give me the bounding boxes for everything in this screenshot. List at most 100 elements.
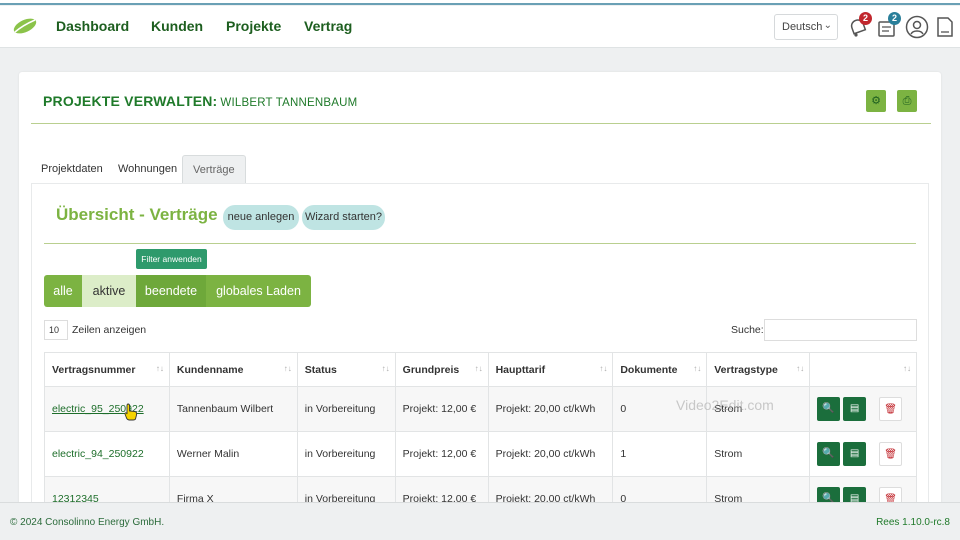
cell-actions: 🔍 ▤ 🗑 (809, 431, 917, 477)
top-accent-line (0, 0, 960, 5)
cell-contract-number: electric_94_250922 (44, 431, 170, 477)
notifications-badge: 2 (859, 12, 872, 25)
filter-alle[interactable]: alle (44, 275, 82, 307)
section-divider (44, 243, 916, 244)
cell-customer: Tannenbaum Wilbert (168, 386, 298, 432)
view-button[interactable]: 🔍 (817, 442, 841, 466)
section-title: Übersicht - Verträge (56, 205, 218, 224)
column-vertragstype[interactable]: Vertragstype ↑↓ (706, 352, 811, 387)
trash-icon: 🗑 (884, 449, 897, 460)
column-label: Vertragstype (714, 363, 778, 376)
column-label: Kundenname (176, 363, 244, 376)
sort-icon: ↑↓ (693, 364, 702, 373)
pdf-icon: ▤ (849, 403, 860, 414)
header-divider (31, 123, 931, 124)
page-title-subtitle: WILBERT TANNENBAUM (220, 97, 358, 109)
cell-status: in Vorbereitung (296, 431, 396, 477)
settings-button[interactable]: ⚙ (866, 90, 886, 112)
table-row: electric_94_250922 Werner Malin in Vorbe… (44, 431, 917, 477)
search-icon: 🔍 (822, 448, 835, 459)
table-row: electric_95_250922 Tannenbaum Wilbert in… (44, 386, 917, 432)
view-button[interactable]: 🔍 (817, 397, 841, 421)
navbar: Dashboard Kunden Projekte Vertrag Deutsc… (0, 6, 960, 48)
chevron-down-icon: ⌄ (823, 20, 832, 31)
watermark: Video2Edit.com (676, 397, 774, 413)
status-filter-group: alle aktive beendete globales Laden (44, 275, 311, 307)
sort-icon: ↑↓ (599, 364, 608, 373)
column-vertragsnummer[interactable]: Vertragsnummer ↑↓ (44, 352, 170, 387)
pdf-button[interactable]: ▤ (843, 442, 867, 466)
column-label: Haupttarif (495, 363, 546, 376)
footer-copyright: © 2024 Consolinno Energy GmbH. (10, 517, 165, 528)
nav-kunden[interactable]: Kunden (151, 18, 203, 34)
documents-button[interactable] (935, 15, 959, 39)
column-grundpreis[interactable]: Grundpreis ↑↓ (394, 352, 489, 387)
print-button[interactable]: ⎙ (897, 90, 917, 112)
main-panel: PROJEKTE VERWALTEN: WILBERT TANNENBAUM ⚙ … (19, 72, 941, 522)
page-title: PROJEKTE VERWALTEN: WILBERT TANNENBAUM (43, 93, 357, 109)
contracts-table: Vertragsnummer ↑↓ Kundenname ↑↓ Status ↑↓ G… (44, 352, 917, 522)
apply-filter-button[interactable]: Filter anwenden (136, 249, 207, 269)
column-kundenname[interactable]: Kundenname ↑↓ (168, 352, 298, 387)
tasks-button[interactable]: 2 (875, 12, 901, 39)
leaf-logo-icon[interactable] (12, 16, 38, 36)
page-length-label: Zeilen anzeigen (72, 324, 147, 336)
page-length-select[interactable]: 10 (44, 320, 68, 340)
document-icon (937, 17, 953, 37)
hand-cursor-icon (124, 403, 138, 421)
notifications-button[interactable]: 2 (846, 12, 872, 39)
cell-contract-type: Strom (706, 431, 811, 477)
cell-actions: 🔍 ▤ 🗑 (809, 386, 917, 432)
sort-icon: ↑↓ (283, 364, 292, 373)
column-dokumente[interactable]: Dokumente ↑↓ (612, 352, 708, 387)
trash-icon: 🗑 (884, 404, 897, 415)
user-icon (905, 15, 929, 39)
new-contract-button[interactable]: neue anlegen (223, 205, 299, 230)
filter-beendete[interactable]: beendete (136, 275, 206, 307)
sort-icon: ↑↓ (381, 364, 390, 373)
tab-vertraege[interactable]: Verträge (182, 155, 246, 183)
search-input[interactable] (764, 319, 917, 341)
column-label: Vertragsnummer (52, 363, 136, 376)
print-icon: ⎙ (902, 95, 912, 107)
tab-wohnungen[interactable]: Wohnungen (118, 155, 177, 183)
sort-icon: ↑↓ (903, 364, 911, 373)
nav-vertrag[interactable]: Vertrag (304, 18, 352, 34)
search-label: Suche: (731, 324, 764, 336)
sort-icon: ↑↓ (474, 364, 483, 373)
cell-contract-number: electric_95_250922 (44, 386, 170, 432)
gear-icon: ⚙ (871, 95, 881, 107)
nav-dashboard[interactable]: Dashboard (56, 18, 129, 34)
column-label: Grundpreis (402, 363, 460, 376)
profile-button[interactable] (905, 15, 929, 39)
filter-globales-laden[interactable]: globales Laden (206, 275, 311, 307)
page-length-value: 10 (49, 325, 60, 335)
column-haupttarif[interactable]: Haupttarif ↑↓ (487, 352, 614, 387)
nav-projekte[interactable]: Projekte (226, 18, 281, 34)
tab-projektdaten[interactable]: Projektdaten (41, 155, 103, 183)
column-status[interactable]: Status ↑↓ (296, 352, 396, 387)
table-header-row: Vertragsnummer ↑↓ Kundenname ↑↓ Status ↑↓ G… (44, 352, 917, 387)
pdf-icon: ▤ (849, 448, 860, 459)
contract-link[interactable]: electric_94_250922 (52, 448, 144, 460)
column-label: Status (304, 363, 337, 376)
cell-status: in Vorbereitung (296, 386, 396, 432)
delete-button[interactable]: 🗑 (879, 397, 903, 421)
cell-base-price: Projekt: 12,00 € (394, 386, 489, 432)
sort-icon: ↑↓ (155, 364, 164, 373)
cell-documents: 1 (612, 431, 708, 477)
language-select[interactable]: Deutsch ⌄ (774, 14, 838, 40)
tasks-badge: 2 (888, 12, 901, 25)
cell-base-price: Projekt: 12,00 € (394, 431, 489, 477)
sort-icon: ↑↓ (796, 364, 805, 373)
pdf-button[interactable]: ▤ (843, 397, 867, 421)
column-actions: ↑↓ (809, 352, 917, 387)
page-title-main: PROJEKTE VERWALTEN: (43, 93, 218, 109)
delete-button[interactable]: 🗑 (879, 442, 903, 466)
language-value: Deutsch (782, 21, 823, 33)
filter-aktive[interactable]: aktive (82, 275, 136, 307)
footer: © 2024 Consolinno Energy GmbH. Rees 1.10… (0, 502, 960, 540)
search-icon: 🔍 (822, 403, 835, 414)
cell-tariff: Projekt: 20,00 ct/kWh (487, 386, 614, 432)
wizard-button[interactable]: Wizard starten? (302, 205, 385, 230)
